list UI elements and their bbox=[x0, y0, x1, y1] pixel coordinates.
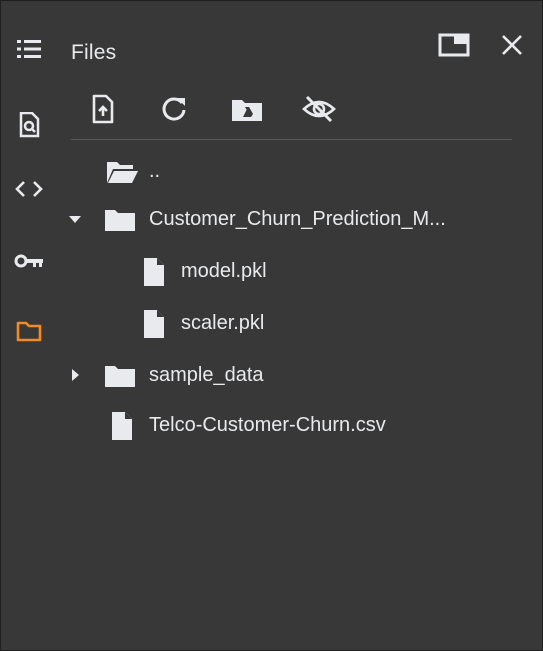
upload-file-icon bbox=[92, 94, 114, 124]
open-in-tab-button[interactable] bbox=[437, 29, 471, 61]
toolbar-divider bbox=[71, 139, 512, 140]
secrets-key-icon bbox=[14, 254, 43, 268]
rail-code-snippets-button[interactable] bbox=[7, 169, 51, 209]
mount-drive-button[interactable] bbox=[227, 91, 267, 127]
tree-item-label: sample_data bbox=[149, 364, 264, 386]
refresh-button[interactable] bbox=[154, 91, 194, 127]
tree-item-label: model.pkl bbox=[181, 260, 267, 282]
folder-icon bbox=[103, 207, 137, 233]
tree-item-folder[interactable]: sample_data bbox=[61, 353, 521, 397]
tree-item-file[interactable]: Telco-Customer-Churn.csv bbox=[61, 403, 521, 447]
refresh-icon bbox=[162, 97, 186, 121]
code-snippets-icon bbox=[15, 181, 43, 197]
file-icon bbox=[137, 258, 171, 286]
rail-toc-button[interactable] bbox=[7, 29, 51, 69]
panel-title: Files bbox=[71, 41, 117, 64]
open-folder-icon bbox=[105, 159, 139, 185]
tree-item-parent-folder[interactable]: .. bbox=[61, 149, 521, 193]
open-in-tab-icon bbox=[438, 33, 470, 57]
toggle-hidden-files-button[interactable] bbox=[299, 91, 339, 127]
hide-hidden-files-icon bbox=[302, 95, 336, 123]
rail-find-button[interactable] bbox=[7, 105, 51, 145]
find-replace-icon bbox=[19, 112, 40, 138]
files-panel: Files .. Customer_Churn_Prediction_M... … bbox=[0, 0, 543, 651]
tree-item-file[interactable]: scaler.pkl bbox=[61, 301, 521, 345]
tree-item-label: .. bbox=[149, 160, 161, 182]
tree-item-label: Customer_Churn_Prediction_M... bbox=[149, 208, 446, 230]
mount-drive-icon bbox=[232, 100, 262, 121]
table-of-contents-icon bbox=[17, 40, 41, 58]
caret-down-icon[interactable] bbox=[67, 211, 83, 227]
upload-button[interactable] bbox=[83, 91, 123, 127]
tree-item-label: Telco-Customer-Churn.csv bbox=[149, 414, 386, 436]
tree-item-label: scaler.pkl bbox=[181, 312, 265, 334]
caret-right-icon[interactable] bbox=[67, 367, 83, 383]
tree-item-file[interactable]: model.pkl bbox=[61, 249, 521, 293]
folder-icon bbox=[16, 321, 42, 342]
left-rail bbox=[1, 1, 57, 650]
file-icon bbox=[137, 310, 171, 338]
rail-secrets-button[interactable] bbox=[7, 241, 51, 281]
rail-files-button[interactable] bbox=[7, 311, 51, 351]
close-panel-button[interactable] bbox=[495, 29, 529, 61]
tree-item-folder[interactable]: Customer_Churn_Prediction_M... bbox=[61, 197, 521, 241]
close-icon bbox=[502, 35, 522, 55]
file-icon bbox=[105, 412, 139, 440]
folder-icon bbox=[103, 363, 137, 389]
